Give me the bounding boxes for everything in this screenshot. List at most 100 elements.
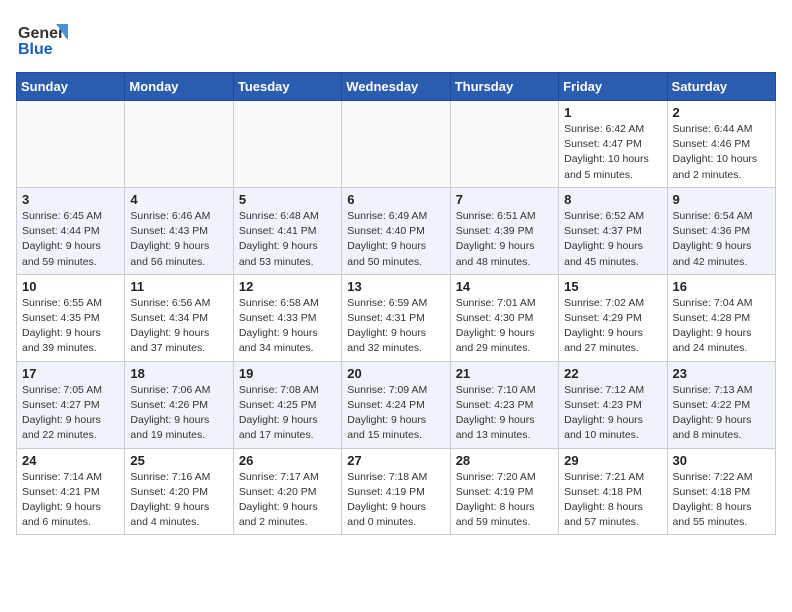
calendar-week-row: 3Sunrise: 6:45 AMSunset: 4:44 PMDaylight… xyxy=(17,187,776,274)
calendar-cell: 8 Sunrise: 6:52 AMSunset: 4:37 PMDaylight… xyxy=(559,187,667,274)
day-number: 1 xyxy=(564,105,661,120)
calendar-cell: 3Sunrise: 6:45 AMSunset: 4:44 PMDaylight… xyxy=(17,187,125,274)
calendar-cell: 18 Sunrise: 7:06 AMSunset: 4:26 PMDayligh… xyxy=(125,361,233,448)
calendar-cell: 19 Sunrise: 7:08 AMSunset: 4:25 PMDayligh… xyxy=(233,361,341,448)
day-info: Sunrise: 6:58 AMSunset: 4:33 PMDaylight:… xyxy=(239,296,336,357)
day-info: Sunrise: 7:14 AMSunset: 4:21 PMDaylight:… xyxy=(22,470,119,531)
day-info: Sunrise: 7:16 AMSunset: 4:20 PMDaylight:… xyxy=(130,470,227,531)
weekday-header-friday: Friday xyxy=(559,73,667,101)
weekday-header-saturday: Saturday xyxy=(667,73,775,101)
day-info: Sunrise: 6:46 AMSunset: 4:43 PMDaylight:… xyxy=(130,209,227,270)
day-info: Sunrise: 7:02 AMSunset: 4:29 PMDaylight:… xyxy=(564,296,661,357)
day-number: 11 xyxy=(130,279,227,294)
day-number: 27 xyxy=(347,453,444,468)
day-number: 12 xyxy=(239,279,336,294)
calendar-cell: 10Sunrise: 6:55 AMSunset: 4:35 PMDayligh… xyxy=(17,274,125,361)
day-number: 19 xyxy=(239,366,336,381)
calendar-cell: 22Sunrise: 7:12 AMSunset: 4:23 PMDayligh… xyxy=(559,361,667,448)
day-number: 6 xyxy=(347,192,444,207)
day-info: Sunrise: 6:59 AMSunset: 4:31 PMDaylight:… xyxy=(347,296,444,357)
weekday-header-thursday: Thursday xyxy=(450,73,558,101)
day-number: 18 xyxy=(130,366,227,381)
calendar-cell: 2 Sunrise: 6:44 AMSunset: 4:46 PMDaylight… xyxy=(667,101,775,188)
day-info: Sunrise: 6:51 AMSunset: 4:39 PMDaylight:… xyxy=(456,209,553,270)
day-info: Sunrise: 7:20 AMSunset: 4:19 PMDaylight:… xyxy=(456,470,553,531)
calendar-cell: 6 Sunrise: 6:49 AMSunset: 4:40 PMDaylight… xyxy=(342,187,450,274)
day-number: 3 xyxy=(22,192,119,207)
calendar-header-row: SundayMondayTuesdayWednesdayThursdayFrid… xyxy=(17,73,776,101)
day-number: 20 xyxy=(347,366,444,381)
day-info: Sunrise: 7:10 AMSunset: 4:23 PMDaylight:… xyxy=(456,383,553,444)
day-info: Sunrise: 7:08 AMSunset: 4:25 PMDaylight:… xyxy=(239,383,336,444)
day-number: 23 xyxy=(673,366,770,381)
day-number: 17 xyxy=(22,366,119,381)
weekday-header-monday: Monday xyxy=(125,73,233,101)
calendar-cell: 28 Sunrise: 7:20 AMSunset: 4:19 PMDayligh… xyxy=(450,448,558,535)
day-number: 16 xyxy=(673,279,770,294)
calendar-cell: 27 Sunrise: 7:18 AMSunset: 4:19 PMDayligh… xyxy=(342,448,450,535)
day-info: Sunrise: 6:56 AMSunset: 4:34 PMDaylight:… xyxy=(130,296,227,357)
weekday-header-wednesday: Wednesday xyxy=(342,73,450,101)
calendar-week-row: 10Sunrise: 6:55 AMSunset: 4:35 PMDayligh… xyxy=(17,274,776,361)
day-number: 2 xyxy=(673,105,770,120)
day-info: Sunrise: 6:52 AMSunset: 4:37 PMDaylight:… xyxy=(564,209,661,270)
header: General Blue xyxy=(16,16,776,64)
day-info: Sunrise: 6:44 AMSunset: 4:46 PMDaylight:… xyxy=(673,122,770,183)
day-info: Sunrise: 7:22 AMSunset: 4:18 PMDaylight:… xyxy=(673,470,770,531)
calendar-cell: 11 Sunrise: 6:56 AMSunset: 4:34 PMDayligh… xyxy=(125,274,233,361)
calendar-cell: 9 Sunrise: 6:54 AMSunset: 4:36 PMDaylight… xyxy=(667,187,775,274)
calendar-week-row: 17 Sunrise: 7:05 AMSunset: 4:27 PMDayligh… xyxy=(17,361,776,448)
day-number: 14 xyxy=(456,279,553,294)
day-number: 5 xyxy=(239,192,336,207)
calendar-cell: 1 Sunrise: 6:42 AMSunset: 4:47 PMDaylight… xyxy=(559,101,667,188)
day-info: Sunrise: 7:04 AMSunset: 4:28 PMDaylight:… xyxy=(673,296,770,357)
day-info: Sunrise: 7:06 AMSunset: 4:26 PMDaylight:… xyxy=(130,383,227,444)
day-info: Sunrise: 7:05 AMSunset: 4:27 PMDaylight:… xyxy=(22,383,119,444)
day-info: Sunrise: 7:18 AMSunset: 4:19 PMDaylight:… xyxy=(347,470,444,531)
logo-icon: General Blue xyxy=(16,16,68,64)
calendar-week-row: 1 Sunrise: 6:42 AMSunset: 4:47 PMDaylight… xyxy=(17,101,776,188)
weekday-header-tuesday: Tuesday xyxy=(233,73,341,101)
calendar-cell: 16 Sunrise: 7:04 AMSunset: 4:28 PMDayligh… xyxy=(667,274,775,361)
calendar-table: SundayMondayTuesdayWednesdayThursdayFrid… xyxy=(16,72,776,535)
day-info: Sunrise: 6:54 AMSunset: 4:36 PMDaylight:… xyxy=(673,209,770,270)
calendar-cell: 20 Sunrise: 7:09 AMSunset: 4:24 PMDayligh… xyxy=(342,361,450,448)
day-info: Sunrise: 7:12 AMSunset: 4:23 PMDaylight:… xyxy=(564,383,661,444)
day-number: 21 xyxy=(456,366,553,381)
day-info: Sunrise: 7:13 AMSunset: 4:22 PMDaylight:… xyxy=(673,383,770,444)
calendar-cell xyxy=(17,101,125,188)
day-number: 24 xyxy=(22,453,119,468)
day-number: 10 xyxy=(22,279,119,294)
logo: General Blue xyxy=(16,16,68,64)
day-number: 26 xyxy=(239,453,336,468)
calendar-cell: 23 Sunrise: 7:13 AMSunset: 4:22 PMDayligh… xyxy=(667,361,775,448)
calendar-cell: 5 Sunrise: 6:48 AMSunset: 4:41 PMDaylight… xyxy=(233,187,341,274)
calendar-cell: 21 Sunrise: 7:10 AMSunset: 4:23 PMDayligh… xyxy=(450,361,558,448)
day-info: Sunrise: 6:49 AMSunset: 4:40 PMDaylight:… xyxy=(347,209,444,270)
calendar-cell: 12 Sunrise: 6:58 AMSunset: 4:33 PMDayligh… xyxy=(233,274,341,361)
calendar-week-row: 24 Sunrise: 7:14 AMSunset: 4:21 PMDayligh… xyxy=(17,448,776,535)
weekday-header-sunday: Sunday xyxy=(17,73,125,101)
calendar-cell: 7 Sunrise: 6:51 AMSunset: 4:39 PMDaylight… xyxy=(450,187,558,274)
day-info: Sunrise: 6:48 AMSunset: 4:41 PMDaylight:… xyxy=(239,209,336,270)
day-info: Sunrise: 7:01 AMSunset: 4:30 PMDaylight:… xyxy=(456,296,553,357)
calendar-cell xyxy=(125,101,233,188)
day-number: 4 xyxy=(130,192,227,207)
calendar-cell: 30 Sunrise: 7:22 AMSunset: 4:18 PMDayligh… xyxy=(667,448,775,535)
day-info: Sunrise: 6:42 AMSunset: 4:47 PMDaylight:… xyxy=(564,122,661,183)
day-number: 9 xyxy=(673,192,770,207)
calendar-cell: 17 Sunrise: 7:05 AMSunset: 4:27 PMDayligh… xyxy=(17,361,125,448)
day-number: 8 xyxy=(564,192,661,207)
calendar-cell: 4 Sunrise: 6:46 AMSunset: 4:43 PMDaylight… xyxy=(125,187,233,274)
day-number: 29 xyxy=(564,453,661,468)
day-number: 30 xyxy=(673,453,770,468)
day-number: 25 xyxy=(130,453,227,468)
day-number: 28 xyxy=(456,453,553,468)
calendar-cell xyxy=(233,101,341,188)
day-number: 13 xyxy=(347,279,444,294)
day-info: Sunrise: 7:09 AMSunset: 4:24 PMDaylight:… xyxy=(347,383,444,444)
day-number: 7 xyxy=(456,192,553,207)
calendar-cell: 25 Sunrise: 7:16 AMSunset: 4:20 PMDayligh… xyxy=(125,448,233,535)
calendar-cell: 26Sunrise: 7:17 AMSunset: 4:20 PMDayligh… xyxy=(233,448,341,535)
calendar-cell: 29Sunrise: 7:21 AMSunset: 4:18 PMDayligh… xyxy=(559,448,667,535)
